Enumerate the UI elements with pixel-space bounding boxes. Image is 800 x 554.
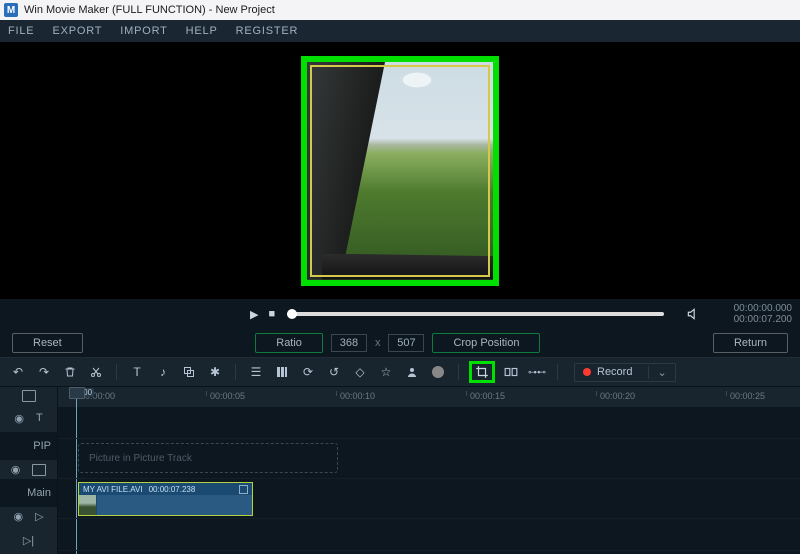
pip-icon [32,464,46,476]
crop-width-input[interactable]: 368 [331,334,367,352]
link-icon[interactable]: ⊶⊷ [529,364,545,380]
list-icon[interactable]: ☰ [248,364,264,380]
crop-tool-highlight [469,361,495,383]
stop-icon[interactable]: ■ [268,308,275,320]
chevron-down-icon[interactable]: ⌄ [648,366,666,379]
main-track-label: Main [0,479,57,507]
text-lane[interactable] [58,407,800,439]
app-logo-icon: M [4,3,18,17]
menu-help[interactable]: HELP [186,25,218,37]
speed-icon[interactable]: ⟳ [300,364,316,380]
crop-position-button[interactable]: Crop Position [432,333,540,353]
flip-icon[interactable] [503,364,519,380]
crop-height-input[interactable]: 507 [388,334,424,352]
ruler-tick: 00:00:20 [596,391,635,396]
reset-button[interactable]: Reset [12,333,83,353]
columns-icon[interactable] [274,364,290,380]
track-sidebar: ◉T PIP ◉ Main ◉▷ ▷| [0,387,58,554]
seek-bar[interactable] [287,312,664,316]
preview-frame[interactable] [307,62,493,280]
undo-icon[interactable]: ↶ [10,364,26,380]
record-button[interactable]: Record ⌄ [574,363,676,382]
eye-icon[interactable]: ◉ [14,412,24,425]
eye-icon[interactable]: ◉ [13,510,23,523]
ruler-tick: 00:00:15 [466,391,505,396]
return-button[interactable]: Return [713,333,788,353]
text-icon[interactable]: T [129,364,145,380]
reverse-icon[interactable]: ↺ [326,364,342,380]
pip-track-label: PIP [0,432,57,460]
preview-panel [0,42,800,299]
timeline[interactable]: 00:00:00 00:00:05 00:00:10 00:00:15 00:0… [58,387,800,554]
main-lane[interactable]: MY AVI FILE.AVI 00:00:07.238 [58,479,800,519]
clip-duration: 00:00:07.238 [149,485,196,494]
time-display: 00:00:00.000 00:00:07.200 [712,303,792,325]
end-lane[interactable] [58,519,800,551]
color-icon[interactable] [430,364,446,380]
rotate-icon[interactable]: ◇ [352,364,368,380]
pip-track-header[interactable]: ◉ [0,460,57,479]
delete-icon[interactable] [62,364,78,380]
skip-icon: ▷| [23,534,34,547]
menu-bar: FILE EXPORT IMPORT HELP REGISTER [0,20,800,42]
ruler-tick: 00:00:25 [726,391,765,396]
playback-bar: ▶ ■ 00:00:00.000 00:00:07.200 [0,299,800,329]
clip-name: MY AVI FILE.AVI [83,485,143,494]
crop-controls: Reset Ratio 368 x 507 Crop Position Retu… [0,329,800,357]
window-title: Win Movie Maker (FULL FUNCTION) - New Pr… [24,4,275,16]
menu-import[interactable]: IMPORT [120,25,167,37]
ruler-tick: 00:00:05 [206,391,245,396]
window-titlebar: M Win Movie Maker (FULL FUNCTION) - New … [0,0,800,20]
crop-icon[interactable] [474,364,490,380]
play-small-icon: ▷ [35,510,43,523]
menu-register[interactable]: REGISTER [236,25,299,37]
play-icon[interactable]: ▶ [250,308,258,321]
clip-thumbnail [79,495,97,515]
cut-icon[interactable] [88,364,104,380]
person-icon[interactable] [404,364,420,380]
time-ruler[interactable]: 00:00:00 00:00:05 00:00:10 00:00:15 00:0… [58,387,800,407]
record-label: Record [597,366,632,378]
effects-icon[interactable]: ✱ [207,364,223,380]
record-dot-icon [583,368,591,376]
seek-thumb[interactable] [287,309,297,319]
pip-placeholder[interactable]: Picture in Picture Track [78,443,338,473]
overlay-icon[interactable] [181,364,197,380]
end-track-header[interactable]: ▷| [0,526,57,554]
video-clip[interactable]: MY AVI FILE.AVI 00:00:07.238 [78,482,253,516]
clip-waveform [99,495,252,515]
menu-file[interactable]: FILE [8,25,34,37]
star-icon[interactable]: ☆ [378,364,394,380]
redo-icon[interactable]: ↷ [36,364,52,380]
volume-icon[interactable] [686,307,700,321]
ruler-tick: 00:00:10 [336,391,375,396]
by-label: x [375,337,381,349]
menu-export[interactable]: EXPORT [52,25,102,37]
annotation-highlight [301,56,499,286]
text-track-header[interactable]: ◉T [0,404,57,432]
main-track-header[interactable]: ◉▷ [0,507,57,526]
eye-icon[interactable]: ◉ [11,463,21,476]
ratio-button[interactable]: Ratio [255,333,323,353]
layers-icon[interactable] [22,390,36,402]
timeline-toolbar: ↶ ↷ T ♪ ✱ ☰ ⟳ ↺ ◇ ☆ ⊶⊷ Record ⌄ [0,357,800,387]
clip-menu-icon[interactable] [239,485,248,494]
pip-lane[interactable]: Picture in Picture Track [58,439,800,479]
music-icon[interactable]: ♪ [155,364,171,380]
